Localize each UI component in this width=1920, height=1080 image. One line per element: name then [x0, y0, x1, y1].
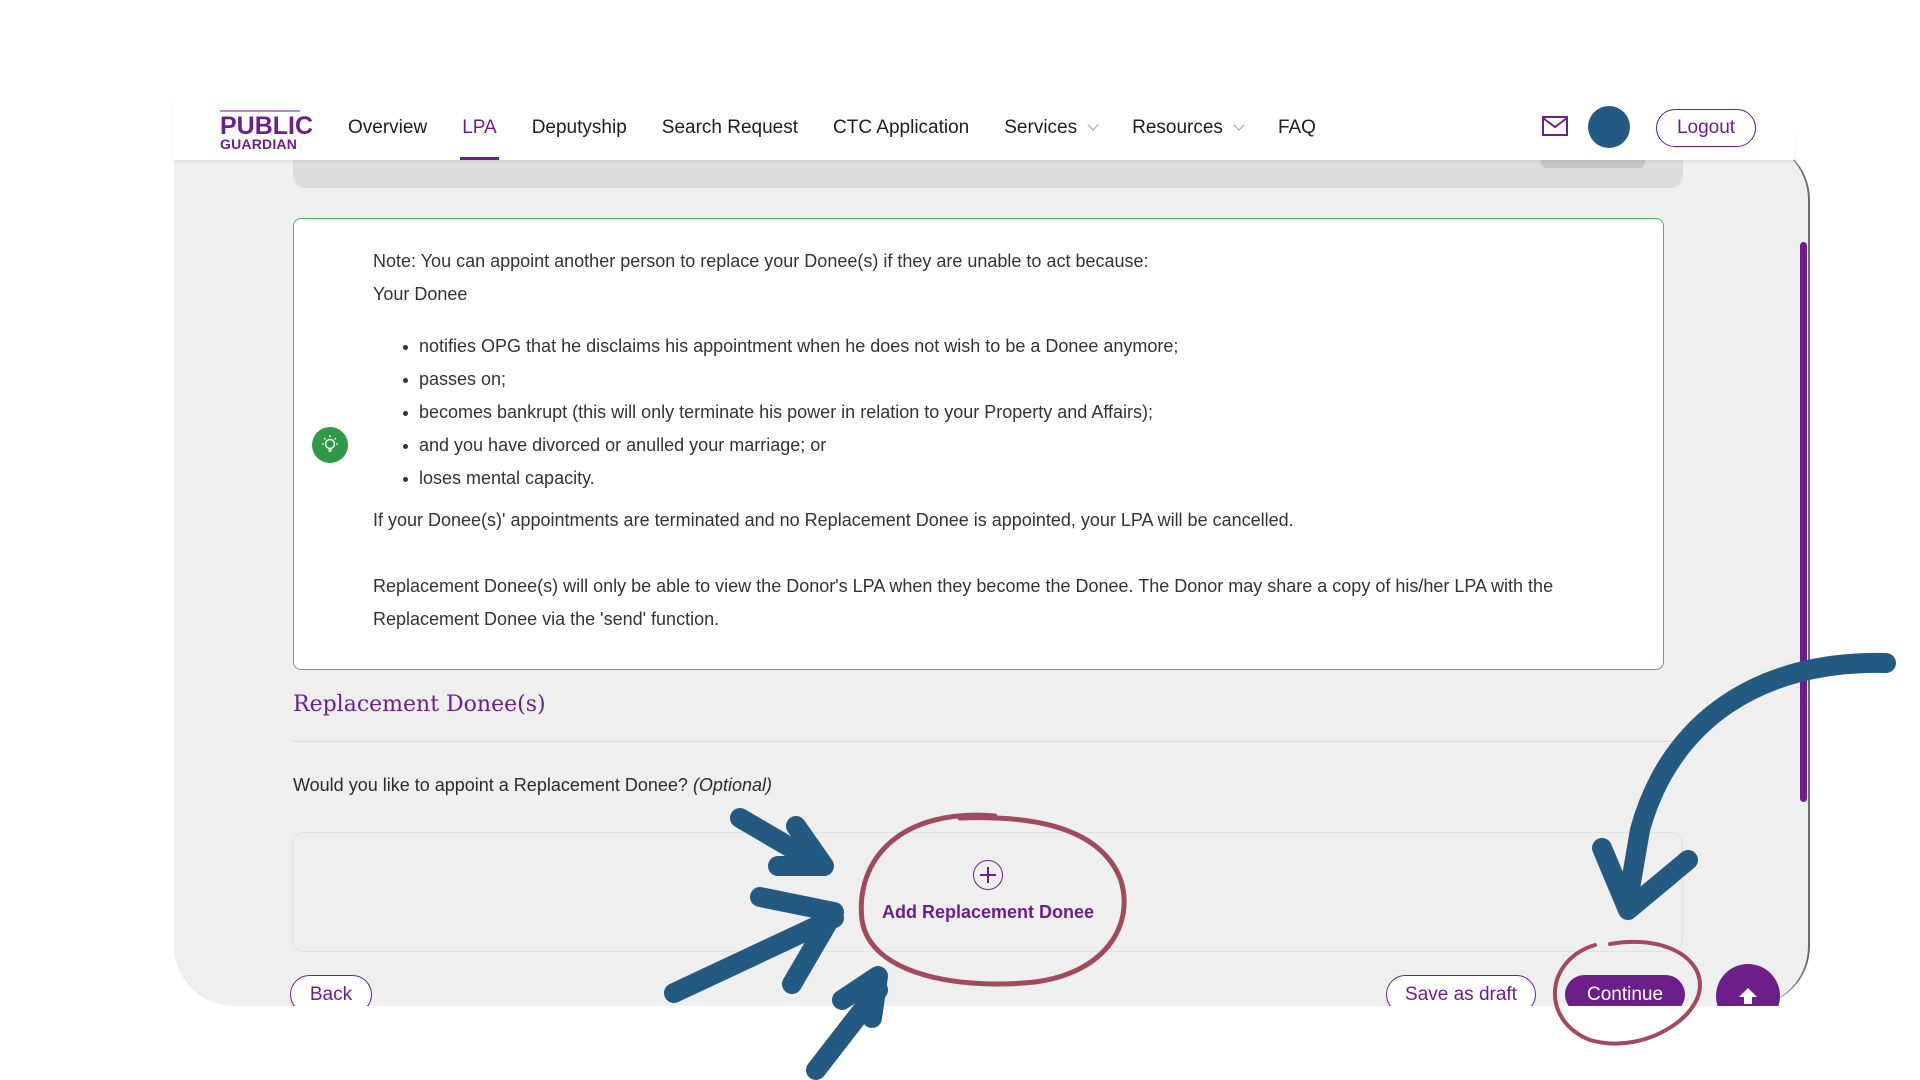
note-bullet: notifies OPG that he disclaims his appoi…: [403, 330, 1623, 363]
note-termination: If your Donee(s)' appointments are termi…: [373, 510, 1294, 530]
logo-line-2: GUARDIAN: [220, 136, 298, 152]
note-intro: Note: You can appoint another person to …: [373, 251, 1149, 271]
note-bullet: loses mental capacity.: [403, 462, 1623, 495]
nav-item-deputyship[interactable]: Deputyship: [532, 96, 627, 160]
plus-circle-icon: [973, 860, 1003, 890]
nav-item-label: Resources: [1132, 117, 1223, 138]
nav-item-ctc-application[interactable]: CTC Application: [833, 96, 969, 160]
nav-item-label: Services: [1004, 117, 1078, 138]
note-visibility: Replacement Donee(s) will only be able t…: [373, 576, 1554, 629]
nav-item-label: FAQ: [1277, 117, 1316, 138]
main-nav: Overview LPA Deputyship Search Request CTC A…: [348, 96, 1351, 160]
add-replacement-donee-button[interactable]: Add Replacement Donee: [862, 860, 1114, 930]
nav-item-label: Search Request: [661, 117, 799, 138]
mail-icon[interactable]: [1542, 116, 1568, 136]
section-title: Replacement Donee(s): [293, 692, 546, 717]
nav-item-label: Deputyship: [531, 117, 627, 138]
question-text: Would you like to appoint a Replacement …: [293, 775, 688, 795]
arrow-up-icon: [1739, 988, 1757, 1004]
nav-item-resources[interactable]: Resources: [1132, 96, 1245, 160]
logout-button[interactable]: Logout: [1656, 109, 1756, 147]
note-box: Note: You can appoint another person to …: [293, 218, 1664, 670]
optional-tag: (Optional): [692, 775, 772, 795]
nav-item-label: CTC Application: [833, 117, 970, 138]
add-replacement-donee-label: Add Replacement Donee: [881, 902, 1095, 922]
nav-item-label: Overview: [348, 117, 428, 138]
nav-item-overview[interactable]: Overview: [348, 96, 427, 160]
note-bullets: notifies OPG that he disclaims his appoi…: [373, 330, 1623, 495]
note-subject: Your Donee: [373, 284, 468, 304]
top-header: PUBLIC GUARDIAN Overview LPA Deputyship Sea…: [174, 96, 1794, 160]
lightbulb-icon: [312, 427, 348, 463]
chevron-down-icon: [1087, 119, 1099, 131]
nav-item-lpa[interactable]: LPA: [460, 96, 499, 160]
replacement-question: Would you like to appoint a Replacement …: [293, 775, 772, 796]
avatar[interactable]: [1588, 106, 1630, 148]
chevron-down-icon: [1233, 119, 1245, 131]
note-bullet: passes on;: [403, 363, 1623, 396]
nav-item-search-request[interactable]: Search Request: [662, 96, 798, 160]
scrollbar-thumb[interactable]: [1800, 242, 1807, 802]
nav-item-faq[interactable]: FAQ: [1278, 96, 1316, 160]
page-bottom-margin: [0, 1006, 1920, 1080]
note-bullet: becomes bankrupt (this will only termina…: [403, 396, 1623, 429]
public-guardian-logo[interactable]: PUBLIC GUARDIAN: [220, 110, 313, 152]
section-divider: [293, 741, 1683, 742]
note-body: Note: You can appoint another person to …: [373, 245, 1623, 636]
nav-item-label: LPA: [462, 117, 497, 138]
summary-bar-tab: [1541, 160, 1645, 168]
nav-item-services[interactable]: Services: [1004, 96, 1099, 160]
note-bullet: and you have divorced or anulled your ma…: [403, 429, 1623, 462]
